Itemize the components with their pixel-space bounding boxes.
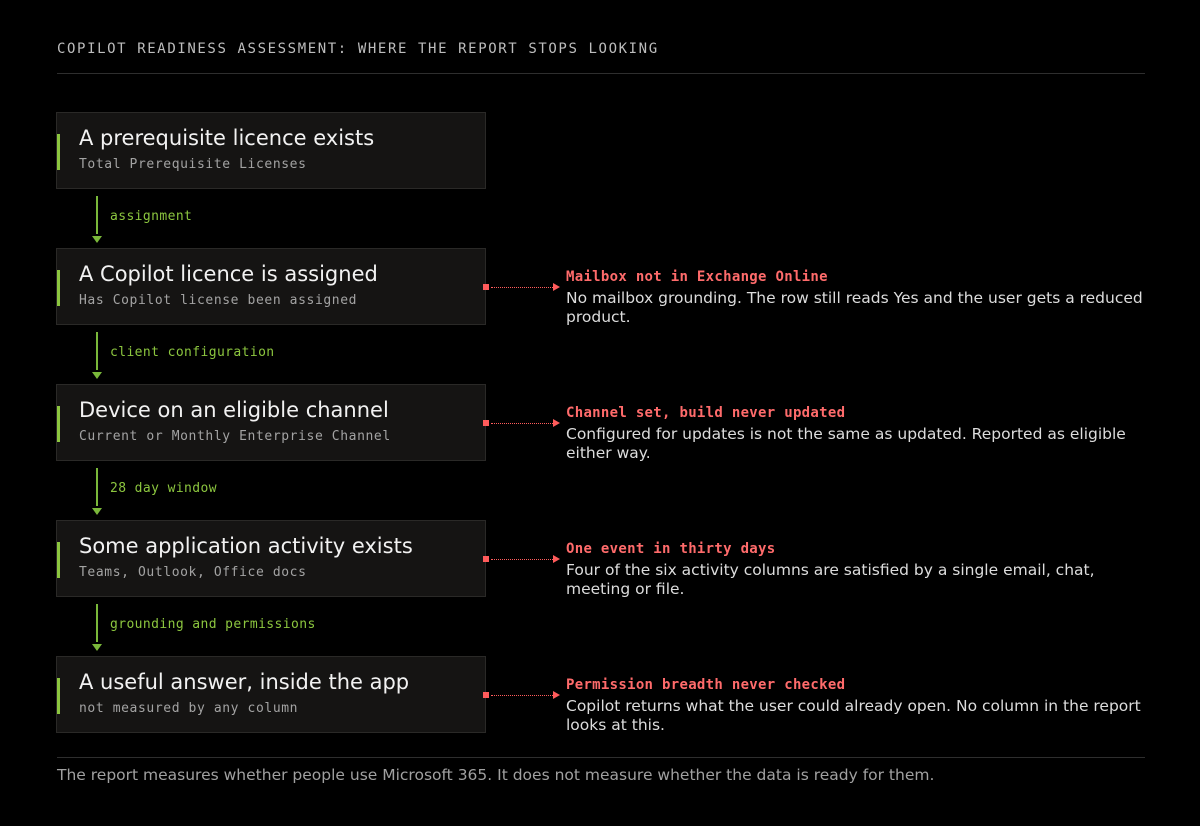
gap-arrow-right-icon (553, 555, 560, 563)
gap-leader-line (491, 423, 553, 424)
stage-subtitle: Teams, Outlook, Office docs (79, 565, 307, 580)
header-divider (57, 73, 1145, 74)
stage-subtitle: not measured by any column (79, 701, 299, 716)
gap-arrow-right-icon (553, 691, 560, 699)
stage-title: A useful answer, inside the app (79, 670, 410, 694)
stage-accent-bar (57, 678, 60, 714)
stage-subtitle: Total Prerequisite Licenses (79, 157, 307, 172)
gap-leader-line (491, 695, 553, 696)
connector-line (96, 468, 98, 506)
connector-arrow-down-icon (92, 644, 102, 651)
stage-accent-bar (57, 270, 60, 306)
connector-arrow-down-icon (92, 508, 102, 515)
gap-leader-line (491, 559, 553, 560)
connector-line (96, 196, 98, 234)
connector-arrow-down-icon (92, 236, 102, 243)
gap-leader-line (491, 287, 553, 288)
gap-marker (483, 692, 489, 698)
stage-title: A Copilot licence is assigned (79, 262, 378, 286)
gap-arrow-right-icon (553, 419, 560, 427)
gap-note-body: Configured for updates is not the same a… (566, 425, 1126, 462)
gap-note-title: One event in thirty days (566, 541, 776, 557)
gap-note-title: Channel set, build never updated (566, 405, 846, 421)
stage-useful-answer: A useful answer, inside the app not meas… (56, 656, 486, 733)
stage-accent-bar (57, 542, 60, 578)
gap-note-body: No mailbox grounding. The row still read… (566, 289, 1143, 326)
stage-eligible-channel: Device on an eligible channel Current or… (56, 384, 486, 461)
footer-caption: The report measures whether people use M… (57, 766, 935, 784)
gap-note-body: Copilot returns what the user could alre… (566, 697, 1141, 734)
stage-title: A prerequisite licence exists (79, 126, 375, 150)
connector-label-grounding-and-permissions: grounding and permissions (110, 617, 316, 632)
connector-label-28-day-window: 28 day window (110, 481, 217, 496)
gap-marker (483, 284, 489, 290)
gap-marker (483, 556, 489, 562)
connector-label-assignment: assignment (110, 209, 193, 224)
connector-line (96, 604, 98, 642)
gap-arrow-right-icon (553, 283, 560, 291)
gap-marker (483, 420, 489, 426)
stage-prerequisite-licence: A prerequisite licence exists Total Prer… (56, 112, 486, 189)
gap-note-body: Four of the six activity columns are sat… (566, 561, 1095, 598)
connector-line (96, 332, 98, 370)
diagram-header: COPILOT READINESS ASSESSMENT: WHERE THE … (57, 41, 659, 57)
stage-copilot-licence-assigned: A Copilot licence is assigned Has Copilo… (56, 248, 486, 325)
stage-application-activity: Some application activity exists Teams, … (56, 520, 486, 597)
gap-note-title: Permission breadth never checked (566, 677, 846, 693)
stage-title: Some application activity exists (79, 534, 413, 558)
stage-title: Device on an eligible channel (79, 398, 389, 422)
stage-accent-bar (57, 406, 60, 442)
connector-arrow-down-icon (92, 372, 102, 379)
footer-divider (57, 757, 1145, 758)
connector-label-client-configuration: client configuration (110, 345, 275, 360)
gap-note-title: Mailbox not in Exchange Online (566, 269, 828, 285)
stage-subtitle: Has Copilot license been assigned (79, 293, 358, 308)
stage-accent-bar (57, 134, 60, 170)
stage-subtitle: Current or Monthly Enterprise Channel (79, 429, 391, 444)
